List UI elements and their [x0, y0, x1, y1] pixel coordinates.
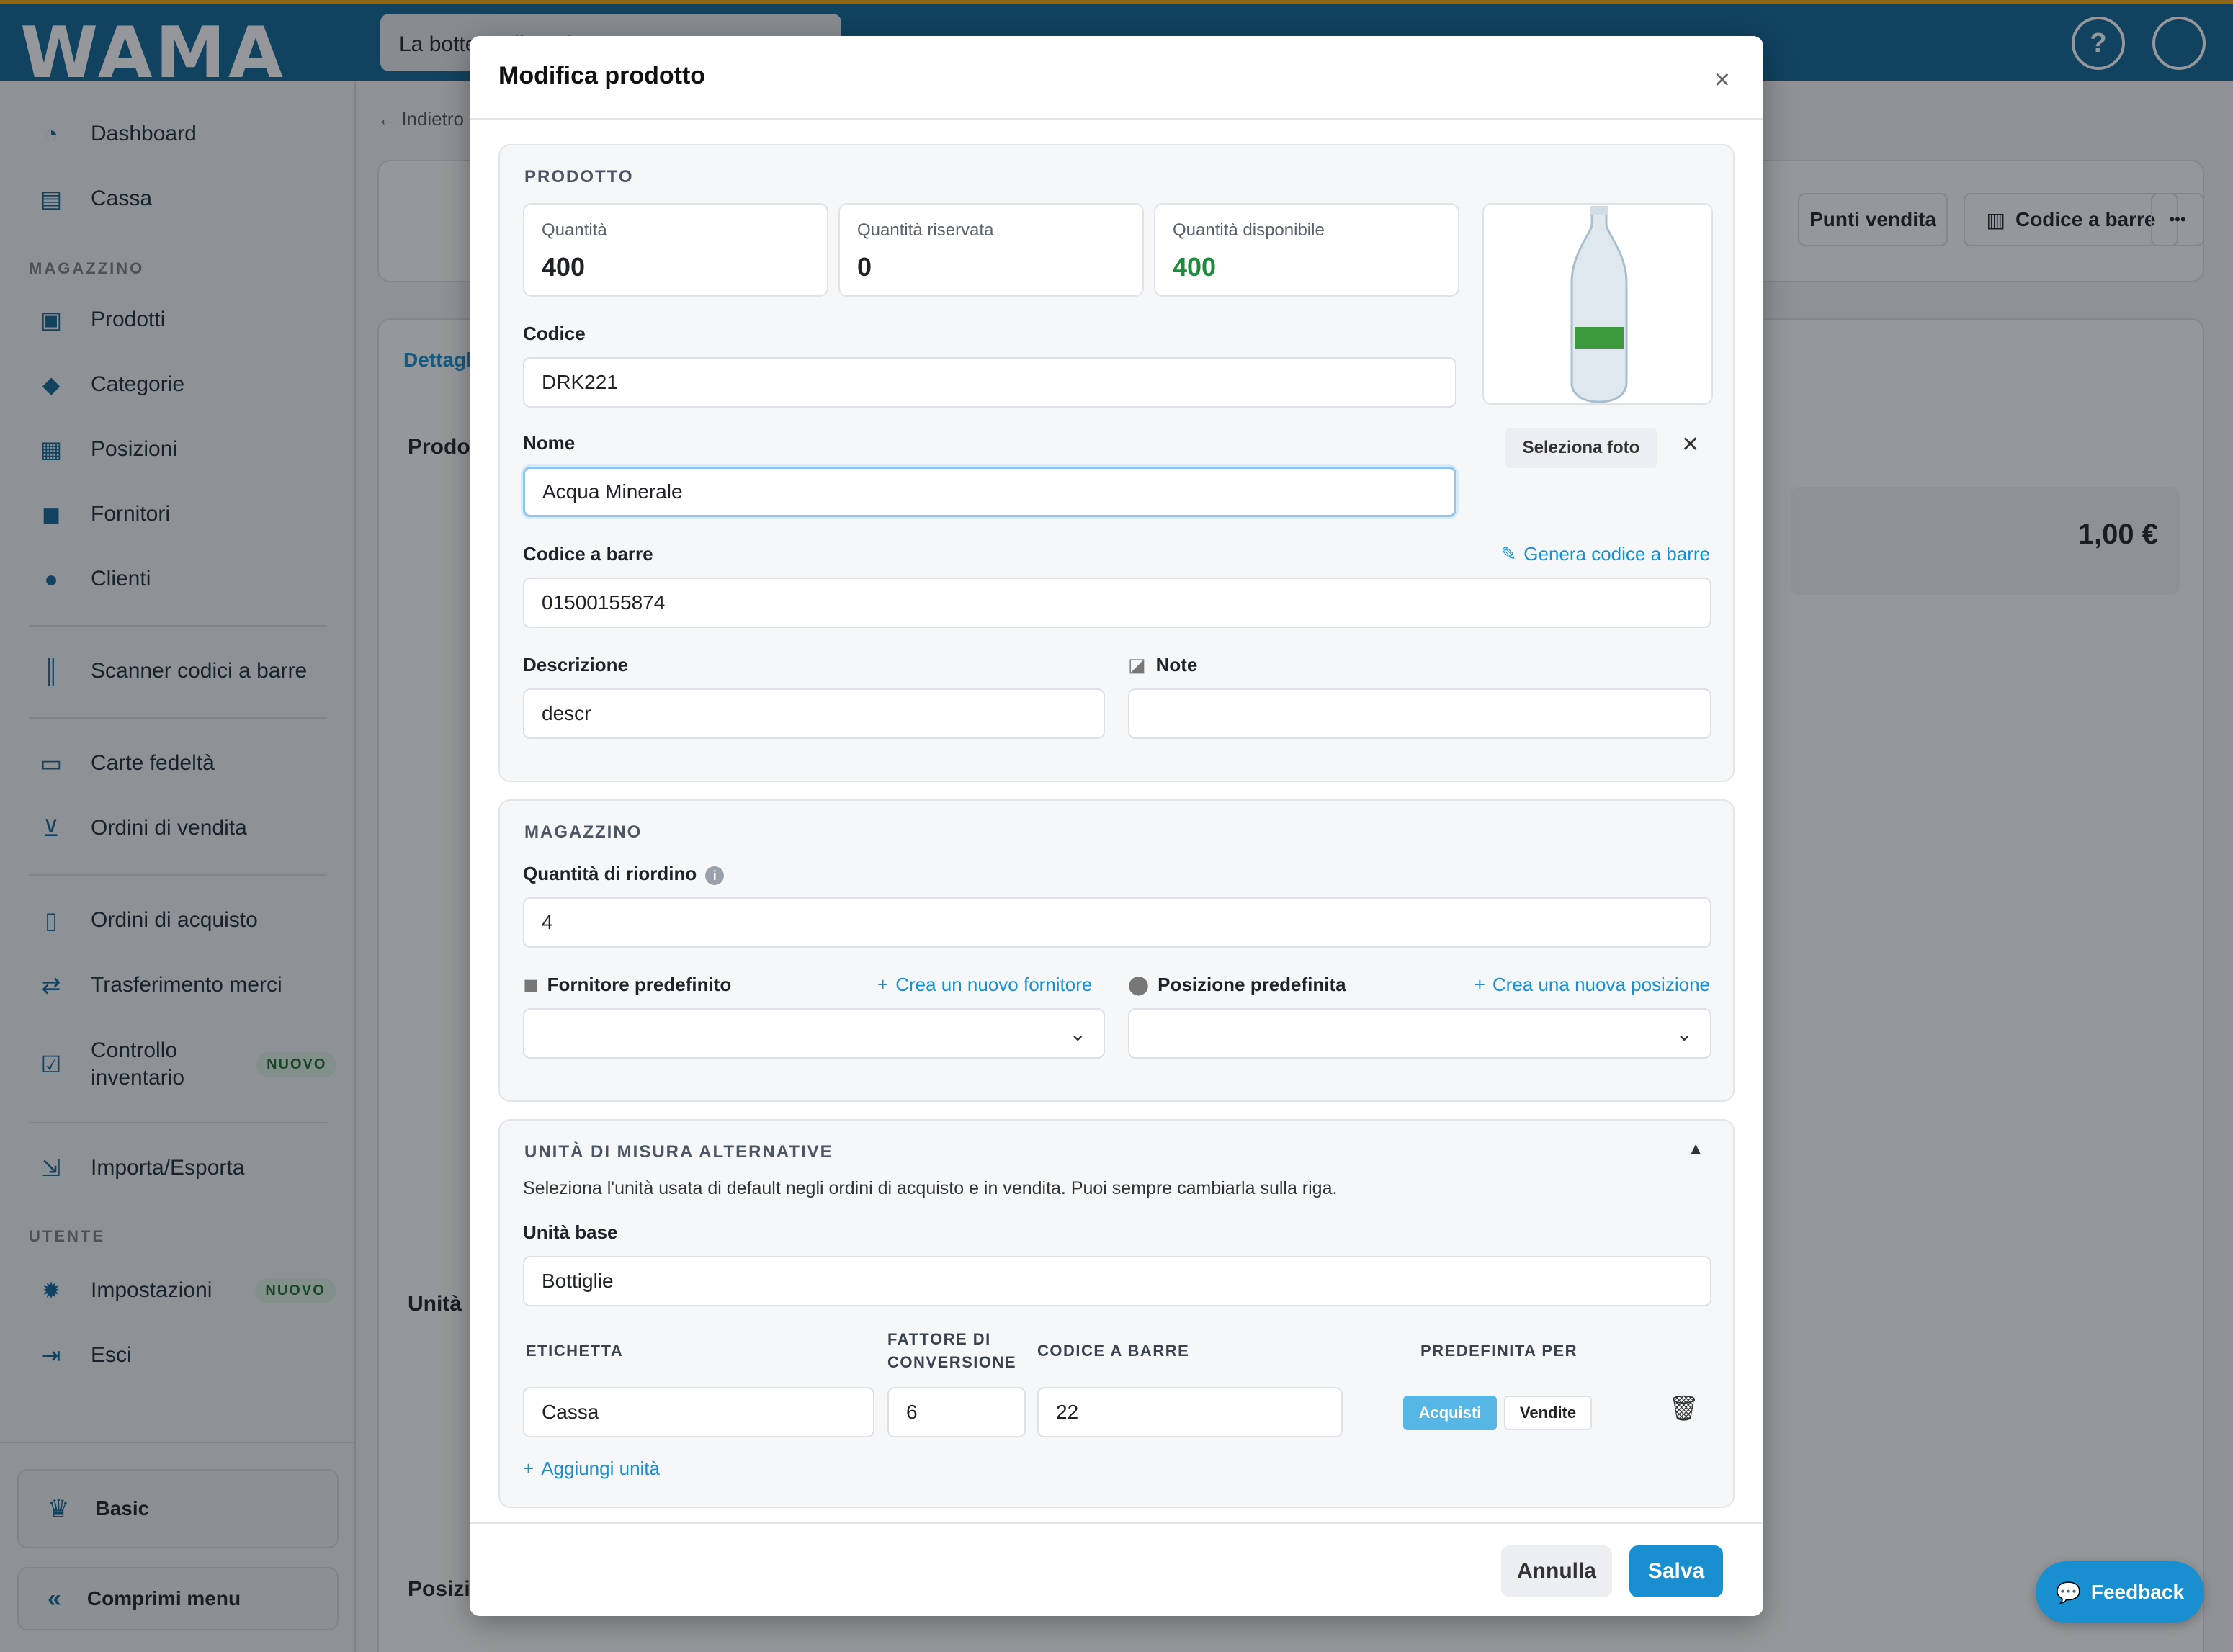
truck-icon: ◼ [523, 974, 539, 995]
section-magazzino: MAGAZZINO Quantità di riordino i 4 ◼ Forni… [498, 799, 1735, 1102]
sticky-note-icon: ◪ [1128, 654, 1146, 675]
select-photo-button[interactable]: Seleziona foto [1505, 428, 1657, 468]
chevron-down-icon: ⌄ [1069, 1022, 1086, 1045]
col-predefinita: PREDEFINITA PER [1420, 1342, 1578, 1360]
descrizione-label: Descrizione [523, 654, 628, 675]
nome-input[interactable]: Acqua Minerale [523, 467, 1456, 517]
unit-barcode-input[interactable]: 22 [1037, 1387, 1343, 1437]
fornitore-label: ◼ Fornitore predefinito [523, 974, 732, 995]
close-icon[interactable]: × [1714, 65, 1730, 96]
map-pin-icon: ⬤ [1128, 974, 1150, 995]
acquisti-toggle[interactable]: Acquisti [1403, 1396, 1497, 1430]
col-fattore: FATTORE DI CONVERSIONE [887, 1330, 1017, 1371]
product-photo[interactable] [1482, 203, 1713, 405]
stat-quantita: Quantità 400 [523, 203, 828, 297]
unita-description: Seleziona l'unità usata di default negli… [523, 1178, 1338, 1198]
generate-barcode-link[interactable]: ✎ Genera codice a barre [1500, 543, 1710, 565]
posizione-select[interactable]: ⌄ [1128, 1008, 1711, 1059]
codice-input[interactable]: DRK221 [523, 357, 1456, 408]
riordino-label: Quantità di riordino i [523, 863, 725, 885]
col-codice-barre: CODICE A BARRE [1037, 1342, 1190, 1360]
new-fornitore-link[interactable]: + Crea un nuovo fornitore [877, 974, 1092, 996]
fornitore-select[interactable]: ⌄ [523, 1008, 1105, 1059]
bottle-image [1570, 206, 1628, 403]
save-button[interactable]: Salva [1629, 1545, 1723, 1597]
feedback-button[interactable]: 💬 Feedback [2036, 1561, 2204, 1623]
note-input[interactable] [1128, 688, 1711, 739]
modal-footer: Annulla Salva [470, 1522, 1763, 1616]
vendite-toggle[interactable]: Vendite [1504, 1396, 1592, 1430]
col-etichetta: ETICHETTA [526, 1342, 624, 1360]
add-unit-link[interactable]: + Aggiungi unità [523, 1458, 660, 1480]
posizione-label: ⬤ Posizione predefinita [1128, 974, 1346, 995]
stat-quantita-riservata: Quantità riservata 0 [838, 203, 1144, 297]
plus-icon: + [877, 974, 889, 995]
base-unit-input[interactable]: Bottiglie [523, 1256, 1711, 1306]
nome-label: Nome [523, 432, 576, 454]
section-title: PRODOTTO [524, 167, 634, 187]
fattore-input[interactable]: 6 [887, 1387, 1026, 1437]
trash-icon[interactable]: 🗑 [1668, 1394, 1699, 1423]
new-posizione-link[interactable]: + Crea una nuova posizione [1475, 974, 1710, 996]
barcode-label: Codice a barre [523, 543, 653, 565]
modal-header: Modifica prodotto × [470, 36, 1763, 120]
section-prodotto: PRODOTTO Quantità 400 Quantità riservata… [498, 144, 1735, 782]
section-title: UNITÀ DI MISURA ALTERNATIVE [524, 1142, 833, 1162]
remove-photo-icon[interactable]: ✕ [1681, 432, 1699, 457]
info-icon[interactable]: i [705, 866, 725, 885]
base-unit-label: Unità base [523, 1221, 618, 1243]
section-title: MAGAZZINO [524, 822, 643, 842]
riordino-input[interactable]: 4 [523, 897, 1711, 948]
chevron-down-icon: ⌄ [1675, 1022, 1693, 1045]
cancel-button[interactable]: Annulla [1501, 1545, 1612, 1597]
edit-product-modal: Modifica prodotto × PRODOTTO Quantità 40… [470, 36, 1763, 1616]
collapse-icon[interactable]: ▲ [1687, 1139, 1704, 1159]
note-label: ◪ Note [1128, 654, 1198, 675]
barcode-input[interactable]: 01500155874 [523, 578, 1711, 628]
magic-wand-icon: ✎ [1500, 543, 1517, 565]
plus-icon: + [1474, 974, 1485, 995]
plus-icon: + [523, 1458, 534, 1479]
modal-title: Modifica prodotto [498, 62, 706, 89]
descrizione-input[interactable]: descr [523, 688, 1105, 739]
codice-label: Codice [523, 323, 586, 344]
section-unita-misura: UNITÀ DI MISURA ALTERNATIVE ▲ Seleziona … [498, 1119, 1735, 1508]
etichetta-input[interactable]: Cassa [523, 1387, 874, 1437]
stat-quantita-disponibile: Quantità disponibile 400 [1154, 203, 1459, 297]
chat-icon: 💬 [2055, 1581, 2081, 1604]
